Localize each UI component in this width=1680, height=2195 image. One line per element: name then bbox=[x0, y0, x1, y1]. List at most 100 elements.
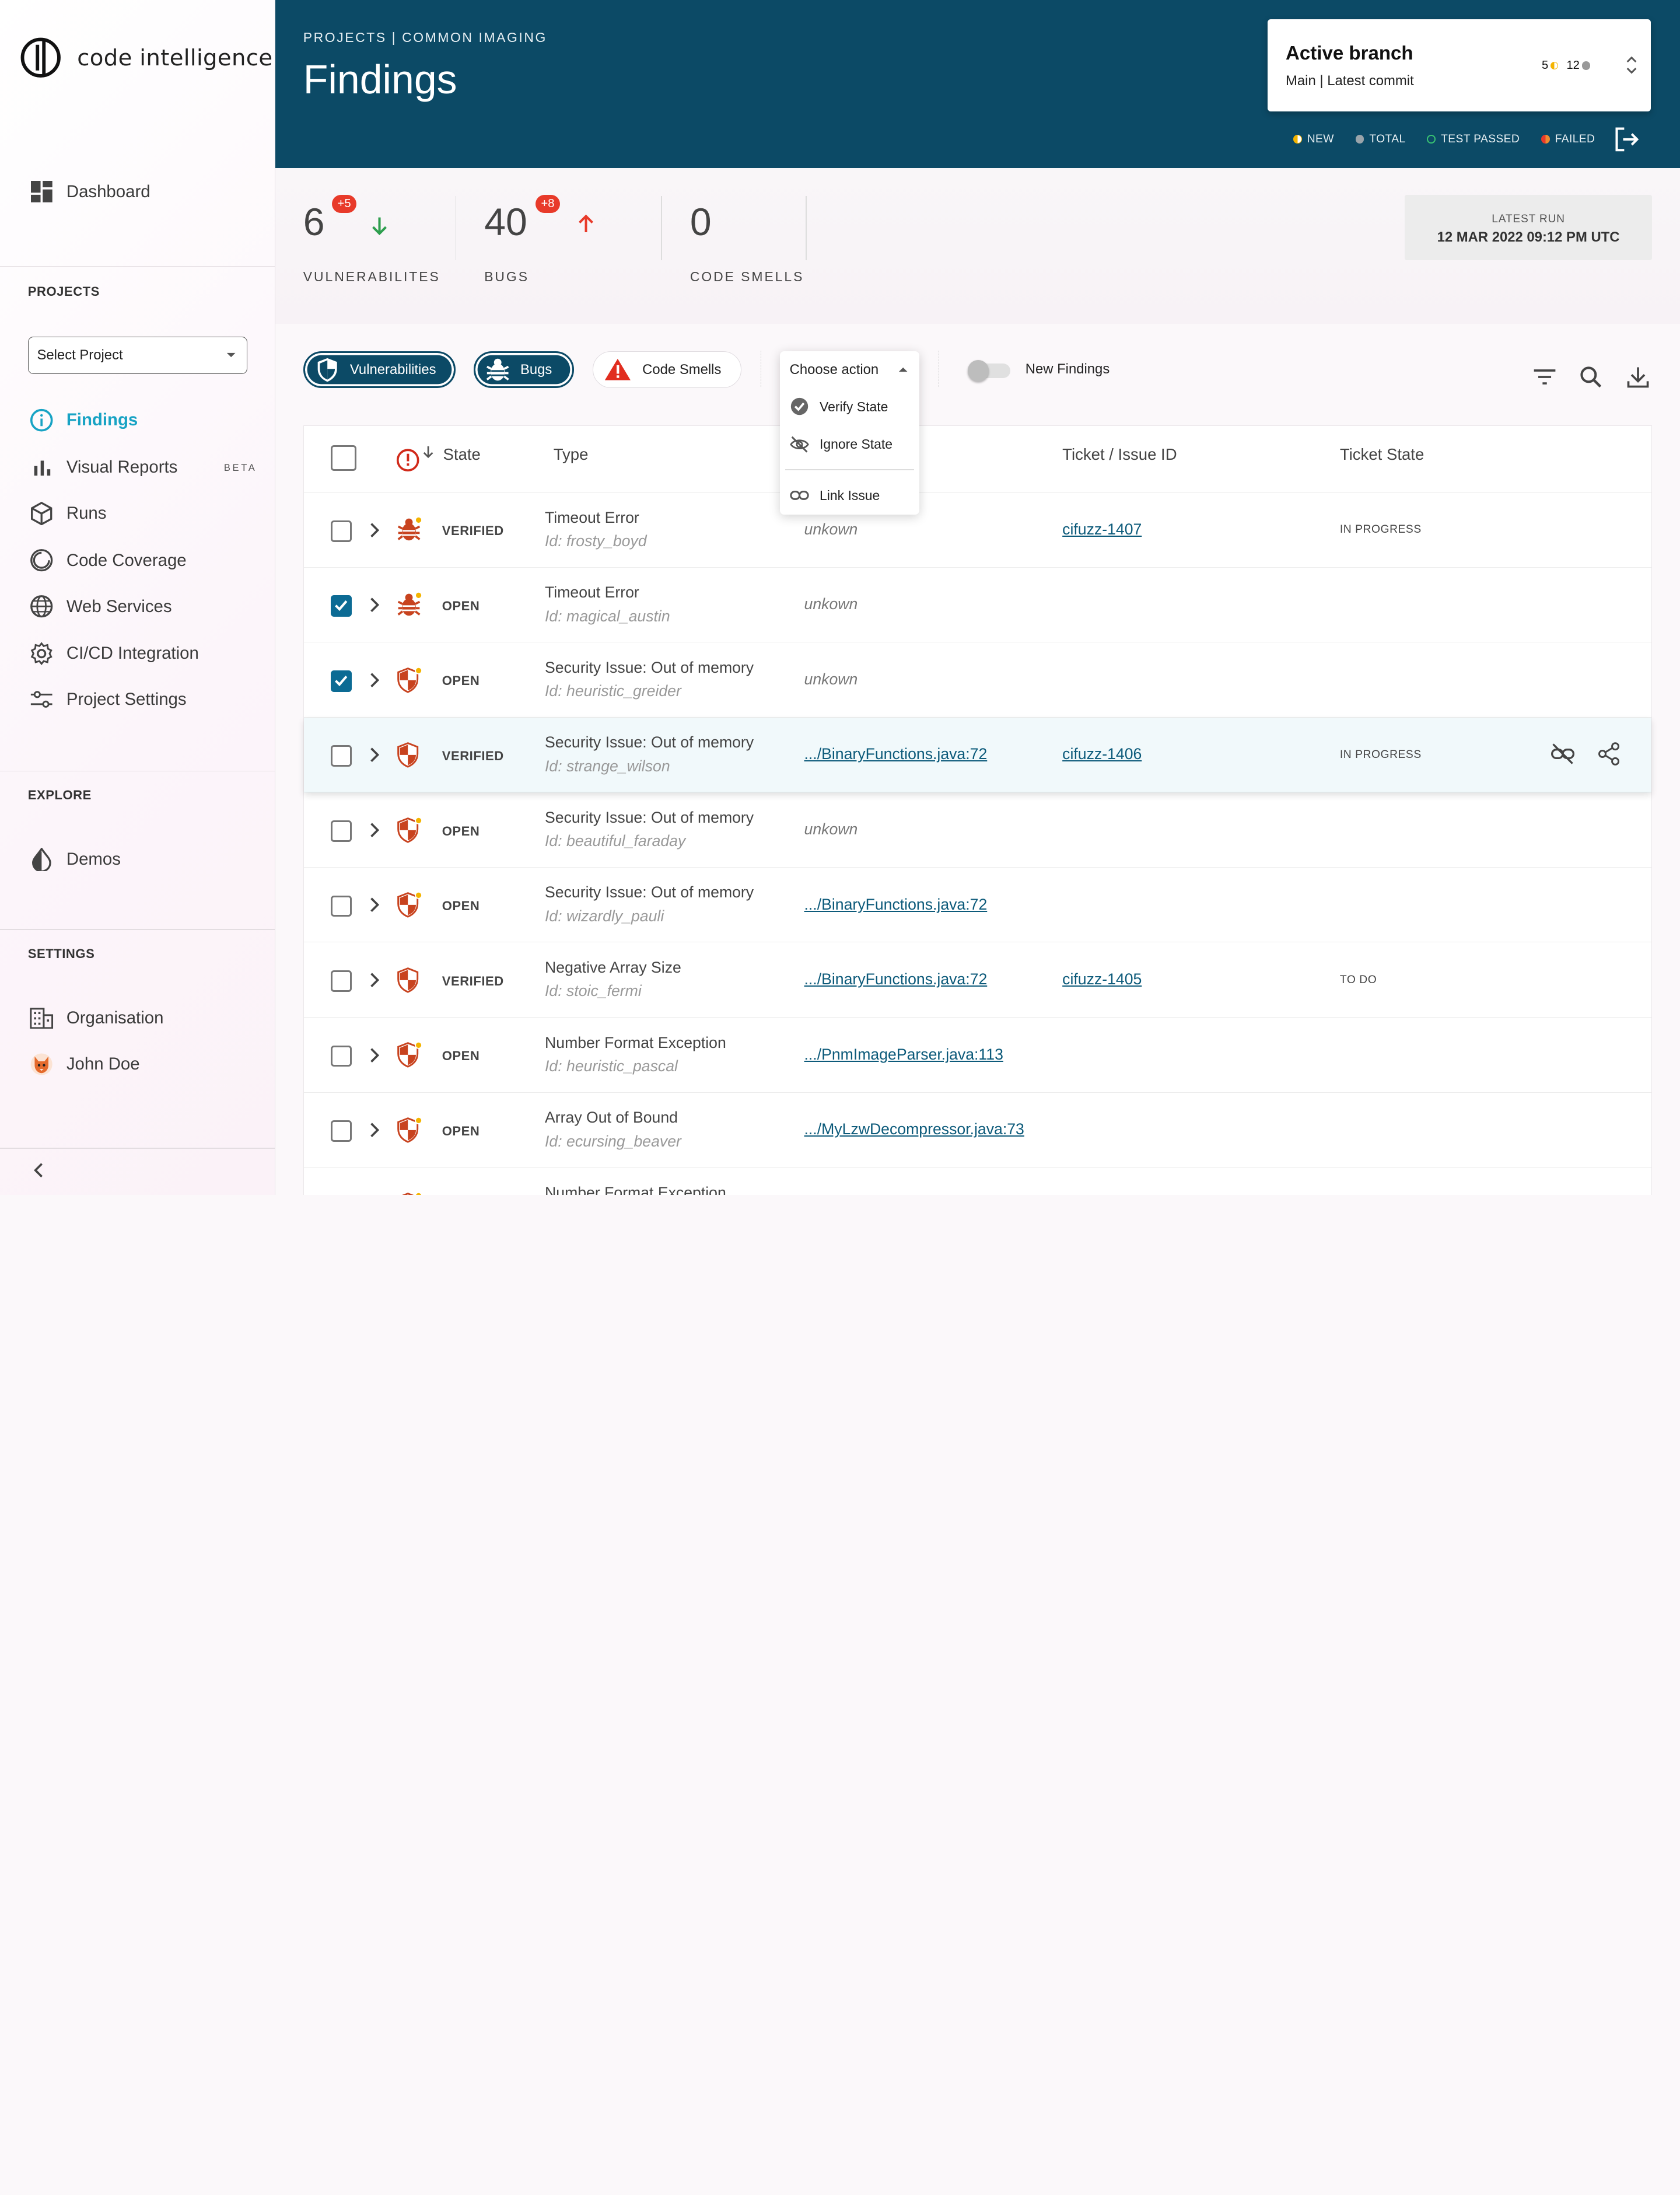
row-checkbox[interactable] bbox=[330, 1120, 352, 1142]
sidebar-item-project-settings[interactable]: Project Settings bbox=[30, 688, 187, 711]
vulnerabilities-delta-badge: +5 bbox=[332, 195, 356, 213]
finding-type[interactable]: Number Format Exception bbox=[545, 1034, 726, 1052]
finding-type[interactable]: Timeout Error bbox=[545, 583, 639, 602]
collapse-sidebar-button[interactable] bbox=[29, 1159, 48, 1181]
menu-item-link-issue[interactable]: Link Issue bbox=[780, 477, 919, 514]
sidebar-item-web-services[interactable]: Web Services bbox=[30, 595, 172, 618]
search-icon[interactable] bbox=[1578, 364, 1604, 390]
sidebar-item-visual-reports[interactable]: Visual Reports bbox=[30, 456, 177, 479]
sidebar-item-findings[interactable]: Findings bbox=[30, 408, 138, 432]
finding-type[interactable]: Security Issue: Out of memory bbox=[545, 659, 754, 677]
finding-type[interactable]: Timeout Error bbox=[545, 509, 639, 527]
stat-bugs[interactable]: 40 +8 BUGS bbox=[484, 195, 594, 284]
finding-type[interactable]: Security Issue: Out of memory bbox=[545, 809, 754, 827]
finding-location[interactable]: .../PnmImageParser.java:113 bbox=[804, 1046, 1003, 1064]
choose-action-menu[interactable]: Choose action Verify State Ignore State … bbox=[780, 351, 919, 515]
table-row[interactable]: Number Format Exception bbox=[303, 1168, 1652, 1195]
filter-icon[interactable] bbox=[1532, 364, 1558, 390]
new-findings-toggle[interactable] bbox=[967, 360, 1013, 382]
shield-icon bbox=[396, 1116, 424, 1144]
row-checkbox[interactable] bbox=[330, 520, 352, 542]
filter-vulnerabilities[interactable]: Vulnerabilities bbox=[303, 351, 456, 388]
alert-circle-icon[interactable] bbox=[396, 445, 435, 473]
finding-location[interactable]: .../BinaryFunctions.java:72 bbox=[804, 745, 988, 763]
sidebar-item-code-coverage[interactable]: Code Coverage bbox=[30, 548, 187, 572]
page-header: PROJECTS | COMMON IMAGING Findings Activ… bbox=[275, 0, 1680, 169]
breadcrumb[interactable]: PROJECTS | COMMON IMAGING bbox=[303, 30, 547, 46]
finding-type[interactable]: Security Issue: Out of memory bbox=[545, 733, 754, 752]
table-row[interactable]: OPEN Security Issue: Out of memory Id: heu… bbox=[303, 642, 1652, 718]
finding-location[interactable]: .../BinaryFunctions.java:72 bbox=[804, 896, 988, 914]
sidebar-item-cicd-integration[interactable]: CI/CD Integration bbox=[30, 642, 199, 666]
expand-chevron-icon[interactable] bbox=[368, 1121, 381, 1138]
finding-type[interactable]: Security Issue: Out of memory bbox=[545, 883, 754, 901]
shield-icon bbox=[396, 966, 424, 994]
table-row[interactable]: OPEN Timeout Error Id: magical_austin unkow… bbox=[303, 567, 1652, 643]
project-select-value: Select Project bbox=[37, 347, 123, 363]
ticket-link[interactable]: cifuzz-1407 bbox=[1062, 520, 1142, 539]
table-row[interactable]: VERIFIED Negative Array Size Id: stoic_fer… bbox=[303, 942, 1652, 1018]
table-row[interactable]: VERIFIED Security Issue: Out of memory Id:… bbox=[303, 717, 1652, 793]
expand-chevron-icon[interactable] bbox=[368, 896, 381, 913]
share-icon[interactable] bbox=[1596, 741, 1622, 767]
unlink-icon[interactable] bbox=[1550, 741, 1576, 767]
stat-vulnerabilities[interactable]: 6 +5 VULNERABILITES bbox=[303, 195, 439, 284]
logo[interactable]: code intelligence bbox=[19, 36, 272, 79]
sidebar-item-organisation[interactable]: Organisation bbox=[30, 1006, 163, 1030]
info-icon bbox=[30, 408, 53, 432]
table-row[interactable]: OPEN Security Issue: Out of memory Id: bea… bbox=[303, 792, 1652, 868]
divider bbox=[806, 196, 807, 261]
finding-id: Id: frosty_boyd bbox=[545, 532, 647, 550]
cube-icon bbox=[30, 501, 53, 525]
expand-chevron-icon[interactable] bbox=[368, 971, 381, 988]
menu-item-ignore-state[interactable]: Ignore State bbox=[780, 425, 919, 463]
active-branch-selector[interactable]: Active branch Main | Latest commit 5 12 bbox=[1267, 19, 1651, 111]
table-row[interactable]: OPEN Number Format Exception Id: heuristic… bbox=[303, 1018, 1652, 1093]
row-checkbox[interactable] bbox=[330, 820, 352, 842]
row-checkbox[interactable] bbox=[330, 970, 352, 992]
download-icon[interactable] bbox=[1625, 364, 1651, 390]
checkmark-icon bbox=[334, 600, 348, 611]
expand-chevron-icon[interactable] bbox=[368, 522, 381, 539]
filter-bugs[interactable]: Bugs bbox=[473, 351, 575, 388]
row-checkbox[interactable] bbox=[330, 595, 352, 617]
expand-chevron-icon[interactable] bbox=[368, 822, 381, 838]
table-row[interactable]: OPEN Security Issue: Out of memory Id: wiz… bbox=[303, 867, 1652, 943]
finding-location: unkown bbox=[804, 520, 858, 538]
expand-chevron-icon[interactable] bbox=[368, 672, 381, 688]
menu-item-verify-state[interactable]: Verify State bbox=[780, 388, 919, 425]
column-header-ticket[interactable]: Ticket / Issue ID bbox=[1062, 445, 1177, 464]
ticket-link[interactable]: cifuzz-1405 bbox=[1062, 970, 1142, 988]
stat-code-smells[interactable]: 0 CODE SMELLS bbox=[690, 200, 803, 284]
project-select[interactable]: Select Project bbox=[27, 336, 248, 374]
finding-location[interactable]: .../BinaryFunctions.java:72 bbox=[804, 970, 988, 988]
choose-action-button[interactable]: Choose action bbox=[780, 351, 919, 387]
column-header-state[interactable]: State bbox=[443, 445, 481, 464]
sidebar-item-dashboard[interactable]: Dashboard bbox=[30, 180, 150, 204]
sidebar-item-demos[interactable]: Demos bbox=[30, 847, 121, 872]
expand-chevron-icon[interactable] bbox=[368, 1047, 381, 1064]
finding-type[interactable]: Array Out of Bound bbox=[545, 1109, 678, 1127]
finding-location[interactable]: .../MyLzwDecompressor.java:73 bbox=[804, 1120, 1024, 1138]
expand-chevron-icon[interactable] bbox=[368, 746, 381, 763]
column-header-ticket-state[interactable]: Ticket State bbox=[1340, 445, 1424, 464]
table-row[interactable]: VERIFIED Timeout Error Id: frosty_boyd unko… bbox=[303, 492, 1652, 568]
select-all-checkbox[interactable] bbox=[330, 445, 356, 471]
sidebar-item-user[interactable]: John Doe bbox=[30, 1053, 140, 1076]
row-checkbox[interactable] bbox=[330, 1045, 352, 1067]
row-checkbox[interactable] bbox=[330, 745, 352, 767]
table-row[interactable]: OPEN Array Out of Bound Id: ecursing_beave… bbox=[303, 1092, 1652, 1168]
sidebar-item-runs[interactable]: Runs bbox=[30, 501, 106, 525]
column-header-type[interactable]: Type bbox=[554, 445, 589, 464]
logout-icon[interactable] bbox=[1614, 125, 1642, 153]
finding-type[interactable]: Negative Array Size bbox=[545, 959, 681, 977]
filter-code-smells[interactable]: Code Smells bbox=[592, 351, 741, 388]
finding-type[interactable]: Number Format Exception bbox=[545, 1184, 726, 1195]
row-checkbox[interactable] bbox=[330, 670, 352, 692]
expand-chevron-icon[interactable] bbox=[368, 596, 381, 613]
menu-item-label: Verify State bbox=[820, 399, 888, 414]
ticket-link[interactable]: cifuzz-1406 bbox=[1062, 745, 1142, 763]
row-checkbox[interactable] bbox=[330, 895, 352, 917]
finding-location: unkown bbox=[804, 820, 858, 838]
eye-off-icon bbox=[789, 436, 809, 453]
